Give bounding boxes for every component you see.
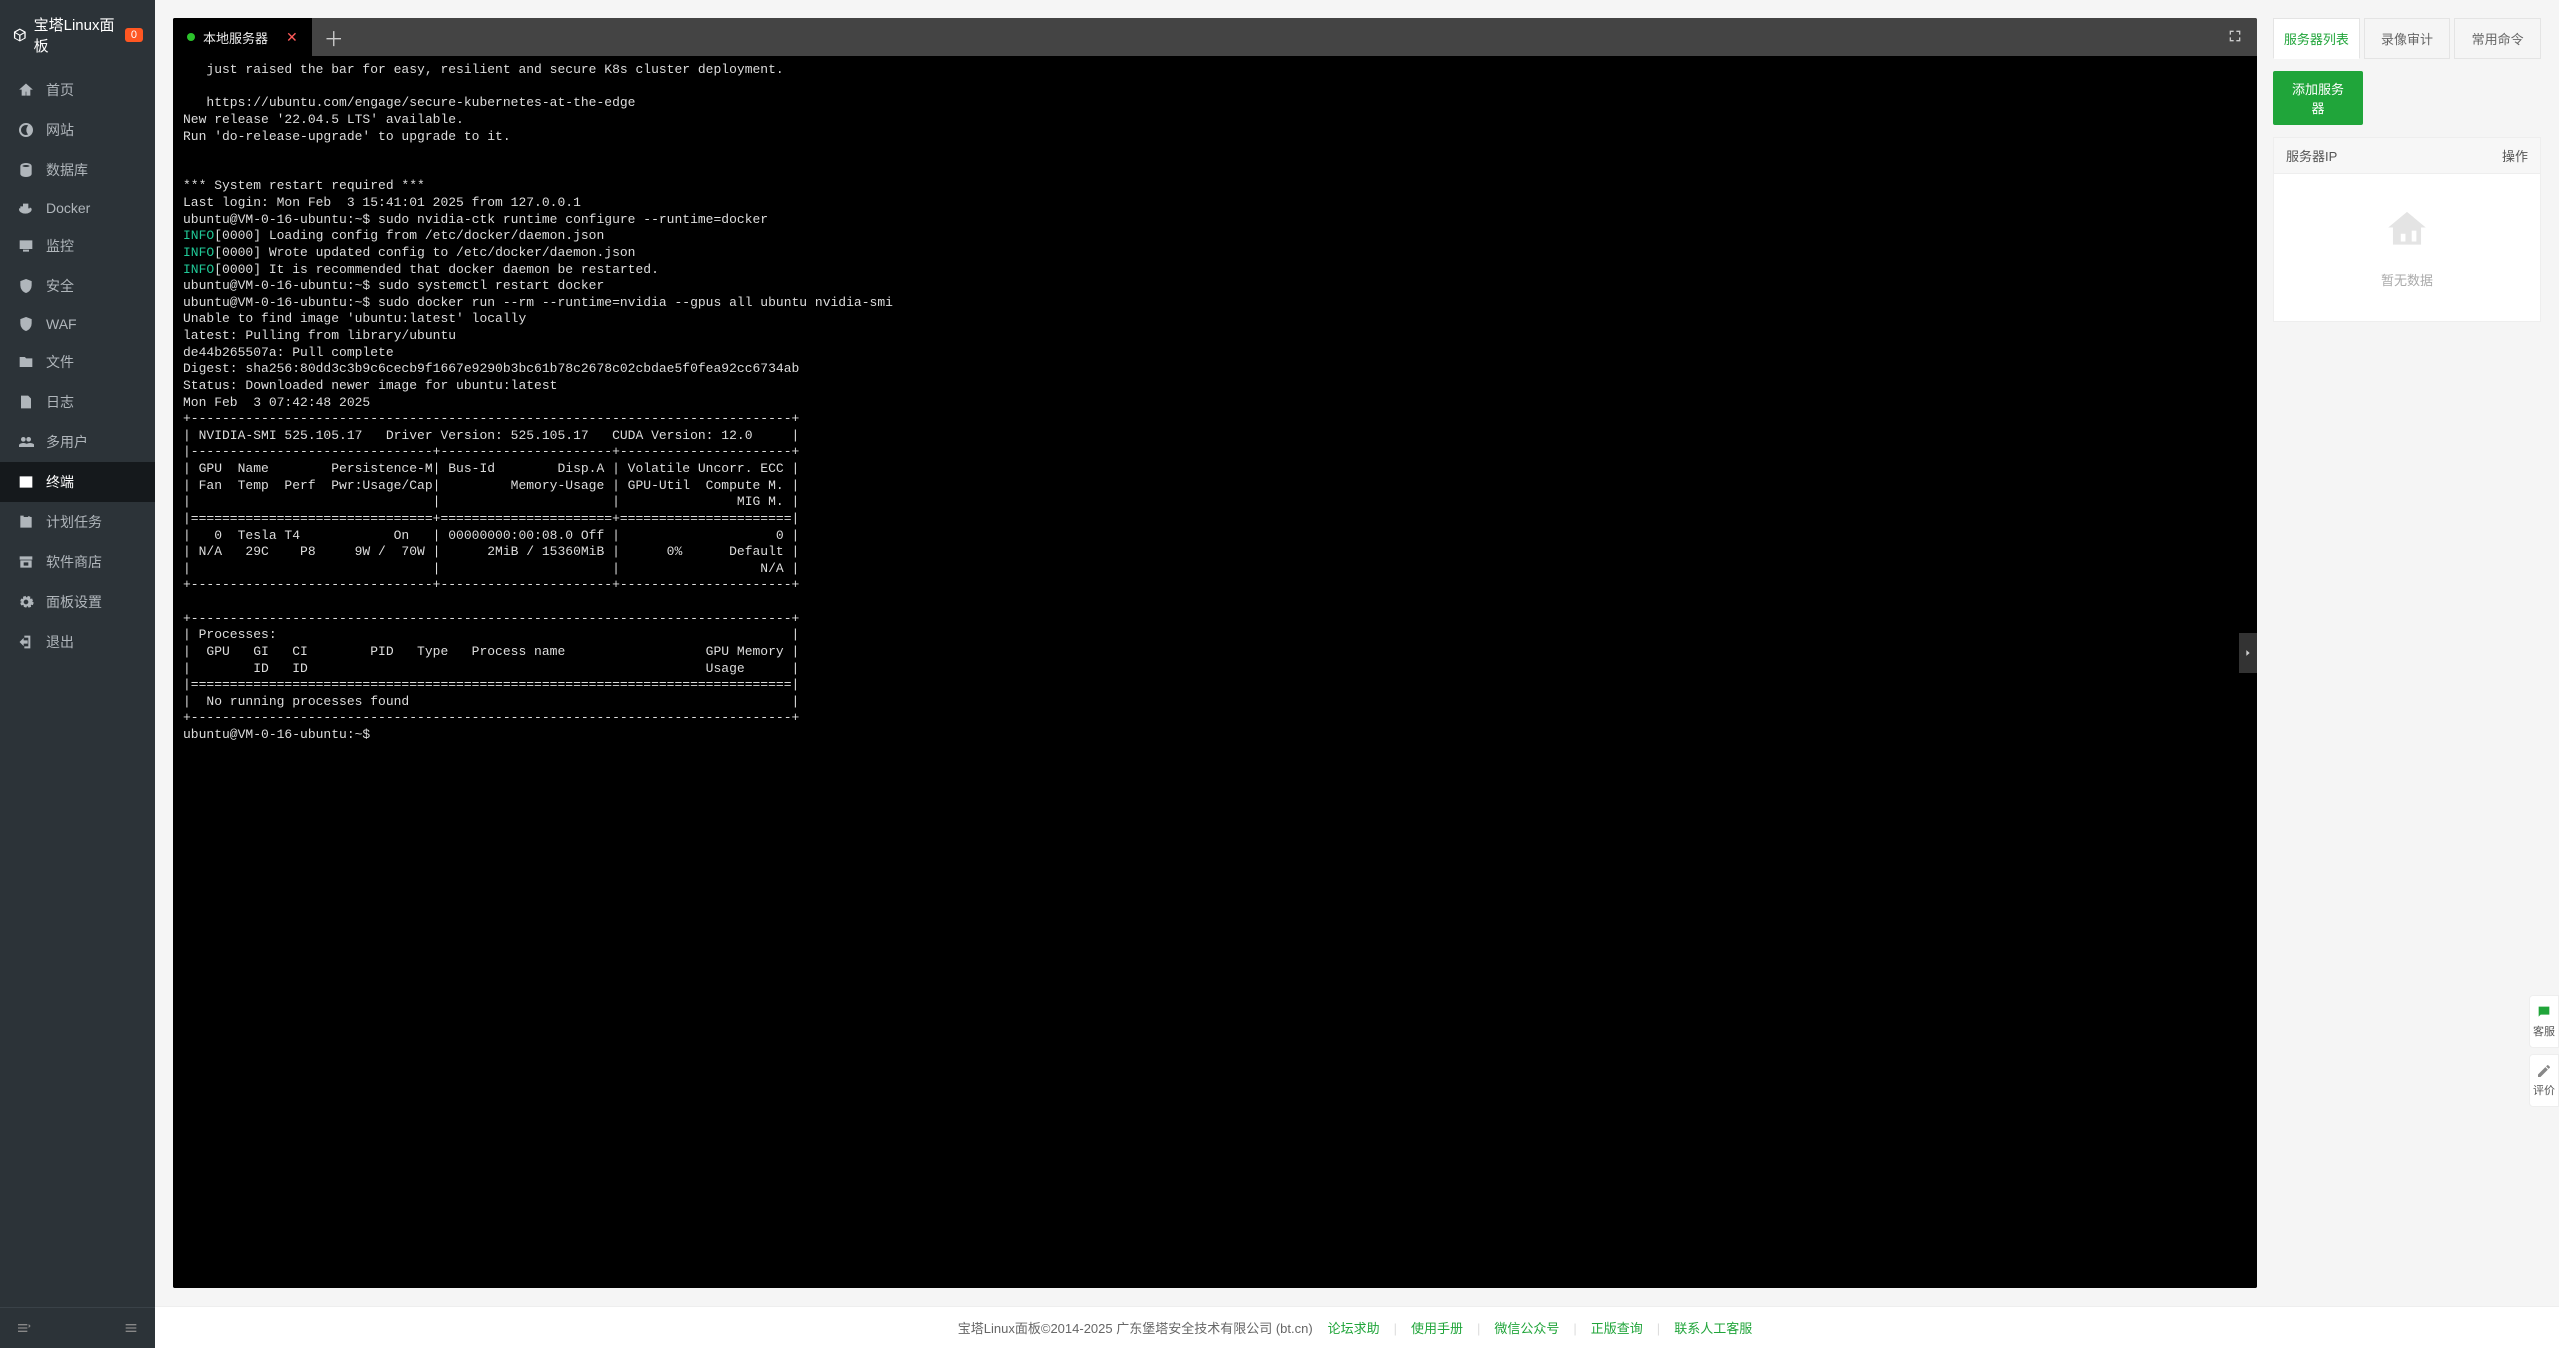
sidebar-item-store[interactable]: 软件商店 [0, 542, 155, 582]
sidebar-item-exit[interactable]: 退出 [0, 622, 155, 662]
docker-icon [18, 200, 34, 216]
server-table-header: 服务器IP 操作 [2274, 138, 2540, 174]
sidebar-item-users[interactable]: 多用户 [0, 422, 155, 462]
monitor-icon [18, 238, 34, 254]
collapse-icon[interactable] [16, 1320, 32, 1336]
server-table: 服务器IP 操作 暂无数据 [2273, 137, 2541, 322]
sidebar-footer [0, 1307, 155, 1348]
sidebar-item-gear[interactable]: 面板设置 [0, 582, 155, 622]
sidebar-item-shield[interactable]: 安全 [0, 266, 155, 306]
menu-icon[interactable] [123, 1320, 139, 1336]
terminal-icon [18, 474, 34, 490]
exit-icon [18, 634, 34, 650]
nav-label: WAF [46, 316, 77, 332]
terminal-panel: 本地服务器 ✕ ＋ just raised the bar for easy, … [173, 18, 2257, 1288]
nav-label: 计划任务 [46, 512, 102, 532]
footer: 宝塔Linux面板©2014-2025 广东堡塔安全技术有限公司 (bt.cn)… [155, 1306, 2559, 1348]
nav-label: Docker [46, 200, 90, 216]
nav-label: 网站 [46, 120, 74, 140]
right-tab-1[interactable]: 录像审计 [2364, 18, 2451, 59]
log-icon [18, 394, 34, 410]
notification-badge[interactable]: 0 [125, 28, 143, 42]
sidebar-item-home[interactable]: 首页 [0, 70, 155, 110]
main: 本地服务器 ✕ ＋ just raised the bar for easy, … [155, 0, 2559, 1348]
nav-label: 监控 [46, 236, 74, 256]
sidebar-item-globe[interactable]: 网站 [0, 110, 155, 150]
th-server-ip: 服务器IP [2274, 138, 2484, 173]
close-tab-icon[interactable]: ✕ [286, 29, 298, 46]
connection-dot-icon [187, 33, 195, 41]
nav-label: 数据库 [46, 160, 88, 180]
footer-link-3[interactable]: 正版查询 [1591, 1321, 1643, 1336]
sidebar-item-monitor[interactable]: 监控 [0, 226, 155, 266]
gear-icon [18, 594, 34, 610]
footer-link-4[interactable]: 联系人工客服 [1674, 1321, 1752, 1336]
footer-link-1[interactable]: 使用手册 [1411, 1321, 1463, 1336]
sidebar-item-folder[interactable]: 文件 [0, 342, 155, 382]
nav-label: 多用户 [46, 432, 88, 452]
nav-label: 软件商店 [46, 552, 102, 572]
server-table-empty: 暂无数据 [2274, 174, 2540, 321]
fullscreen-icon [2227, 28, 2243, 44]
sidebar-item-waf[interactable]: WAF [0, 306, 155, 342]
bt-logo-icon [12, 26, 28, 44]
nav-label: 终端 [46, 472, 74, 492]
th-operation: 操作 [2484, 138, 2540, 173]
empty-house-icon [2382, 202, 2432, 256]
folder-icon [18, 354, 34, 370]
sidebar-item-db[interactable]: 数据库 [0, 150, 155, 190]
pj-button[interactable]: 评价 [2529, 1054, 2559, 1107]
sidebar-item-log[interactable]: 日志 [0, 382, 155, 422]
db-icon [18, 162, 34, 178]
expand-right-handle[interactable] [2239, 633, 2257, 673]
terminal-tabs: 本地服务器 ✕ ＋ [173, 18, 2257, 56]
nav-label: 安全 [46, 276, 74, 296]
app-title: 宝塔Linux面板 [34, 14, 117, 56]
kf-button[interactable]: 客服 [2529, 995, 2559, 1048]
sidebar-nav: 首页网站数据库 Docker 监控安全 WAF 文件日志多用户终端计划任务软件商店面板设… [0, 70, 155, 1307]
home-icon [18, 82, 34, 98]
nav-label: 退出 [46, 632, 74, 652]
nav-label: 日志 [46, 392, 74, 412]
store-icon [18, 554, 34, 570]
right-panel: 服务器列表录像审计常用命令 添加服务器 服务器IP 操作 暂无数据 [2273, 18, 2541, 1288]
shield-icon [18, 278, 34, 294]
right-tab-2[interactable]: 常用命令 [2454, 18, 2541, 59]
sidebar-item-docker[interactable]: Docker [0, 190, 155, 226]
right-tabs: 服务器列表录像审计常用命令 [2273, 18, 2541, 59]
chat-icon [2536, 1004, 2552, 1020]
nav-label: 文件 [46, 352, 74, 372]
edit-icon [2536, 1063, 2552, 1079]
waf-icon [18, 316, 34, 332]
copyright: 宝塔Linux面板©2014-2025 广东堡塔安全技术有限公司 (bt.cn) [958, 1321, 1313, 1336]
add-server-button[interactable]: 添加服务器 [2273, 71, 2363, 125]
chevron-right-icon [2243, 646, 2253, 660]
fullscreen-button[interactable] [2213, 28, 2257, 47]
footer-link-0[interactable]: 论坛求助 [1328, 1321, 1380, 1336]
terminal-tab-label: 本地服务器 [203, 28, 268, 47]
terminal-tab-local[interactable]: 本地服务器 ✕ [173, 18, 312, 56]
sidebar: 宝塔Linux面板 0 首页网站数据库 Docker 监控安全 WAF 文件日志多用户终… [0, 0, 155, 1348]
footer-link-2[interactable]: 微信公众号 [1494, 1321, 1559, 1336]
sidebar-item-cron[interactable]: 计划任务 [0, 502, 155, 542]
add-tab-button[interactable]: ＋ [312, 23, 356, 52]
sidebar-header: 宝塔Linux面板 0 [0, 0, 155, 70]
right-tab-0[interactable]: 服务器列表 [2273, 18, 2360, 59]
globe-icon [18, 122, 34, 138]
terminal-output[interactable]: just raised the bar for easy, resilient … [173, 56, 2257, 1288]
empty-text: 暂无数据 [2274, 270, 2540, 289]
sidebar-item-terminal[interactable]: 终端 [0, 462, 155, 502]
cron-icon [18, 514, 34, 530]
users-icon [18, 434, 34, 450]
nav-label: 首页 [46, 80, 74, 100]
side-help: 客服 评价 [2529, 995, 2559, 1107]
nav-label: 面板设置 [46, 592, 102, 612]
